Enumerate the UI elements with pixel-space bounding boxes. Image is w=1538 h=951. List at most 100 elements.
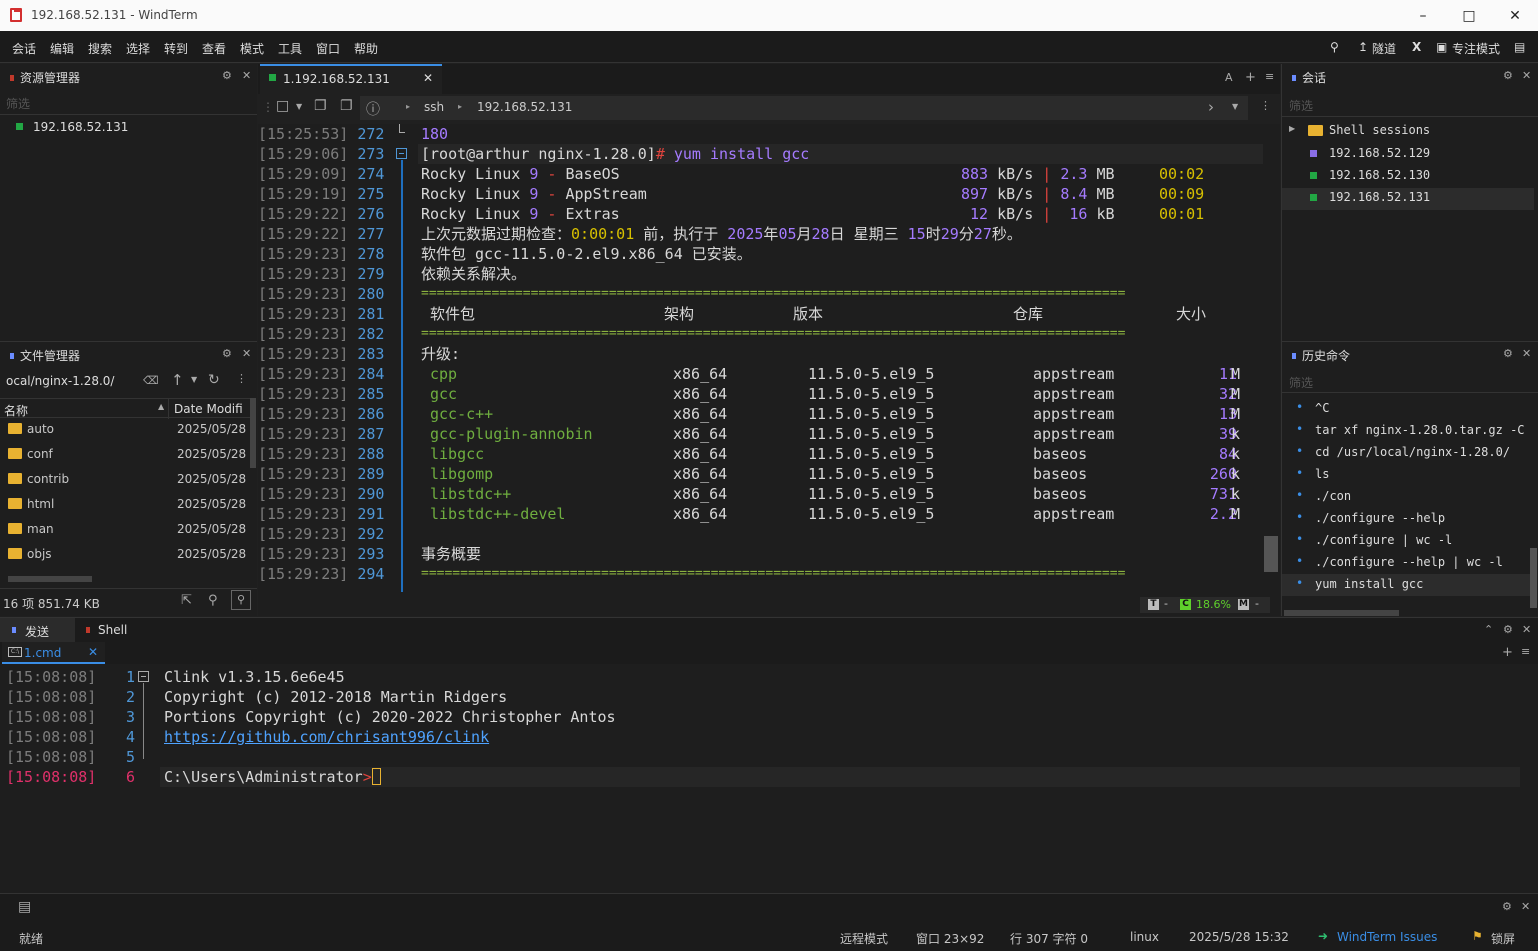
explorer-filter-input[interactable]: 筛选 [6, 95, 30, 112]
session-group[interactable]: ▶ Shell sessions [1288, 122, 1538, 142]
new-session-icon[interactable]: □ [276, 98, 289, 114]
settings-icon[interactable]: ⚙ [1503, 347, 1513, 360]
settings-icon[interactable]: ⚙ [1503, 69, 1513, 82]
chevron-down-icon[interactable]: ▼ [1232, 102, 1238, 111]
date-column-header[interactable]: Date Modifi [174, 402, 243, 416]
maximize-button[interactable]: □ [1446, 0, 1492, 31]
transfer-icon[interactable]: ⇱ [181, 593, 192, 608]
list-item[interactable]: contrib 2025/05/28 [0, 472, 250, 497]
list-item[interactable]: • ^C [1282, 398, 1530, 420]
session-item[interactable]: 192.168.52.131 [1282, 188, 1534, 210]
tab-send[interactable]: 发送 [0, 618, 75, 643]
history-filter-input[interactable]: 筛选 [1289, 374, 1313, 391]
copy-icon[interactable]: ❐ [340, 98, 353, 114]
breadcrumb-host[interactable]: 192.168.52.131 [477, 100, 572, 114]
close-icon[interactable]: ✕ [1522, 69, 1531, 82]
settings-icon[interactable]: ⚙ [222, 69, 232, 82]
list-item[interactable]: • tar xf nginx-1.28.0.tar.gz -C / [1282, 420, 1530, 442]
list-item[interactable]: man 2025/05/28 [0, 522, 250, 547]
settings-icon[interactable]: ⚙ [1503, 623, 1513, 636]
list-item[interactable]: • cd /usr/local/nginx-1.28.0/ [1282, 442, 1530, 464]
info-icon[interactable]: ⓘ [366, 99, 380, 119]
tab-menu-icon[interactable]: ≡ [1521, 645, 1530, 658]
list-item[interactable]: • ./con [1282, 486, 1530, 508]
new-tab-icon[interactable]: + [1245, 70, 1256, 85]
menu-window[interactable]: 窗口 [316, 40, 340, 57]
list-item[interactable]: • ls [1282, 464, 1530, 486]
minimize-button[interactable]: – [1400, 0, 1446, 31]
menu-search[interactable]: 搜索 [88, 40, 112, 57]
menu-mode[interactable]: 模式 [240, 40, 264, 57]
list-item[interactable]: • yum install gcc [1282, 574, 1530, 596]
close-window-button[interactable]: ✕ [1492, 0, 1538, 31]
location-icon[interactable]: ⚲ [208, 593, 218, 608]
menu-select[interactable]: 选择 [126, 40, 150, 57]
list-item[interactable]: html 2025/05/28 [0, 497, 250, 522]
tab-cmd[interactable]: C:\ 1.cmd ✕ [2, 642, 105, 664]
history-horizontal-scrollbar[interactable] [1284, 610, 1399, 616]
menu-help[interactable]: 帮助 [354, 40, 378, 57]
chevron-down-icon[interactable]: ▼ [191, 375, 197, 384]
menu-view[interactable]: 查看 [202, 40, 226, 57]
explorer-host-item[interactable]: 192.168.52.131 [16, 120, 128, 134]
close-icon[interactable]: ✕ [1521, 900, 1530, 913]
close-tab-icon[interactable]: ✕ [423, 71, 433, 85]
focus-mode-button[interactable]: 专注模式 [1452, 40, 1500, 57]
tab-session[interactable]: 1.192.168.52.131 ✕ [260, 64, 442, 94]
x-button[interactable]: X [1412, 40, 1421, 54]
list-item[interactable]: • ./configure --help [1282, 508, 1530, 530]
list-item[interactable]: • ./configure --help | wc -l [1282, 552, 1530, 574]
sessions-filter-input[interactable]: 筛选 [1289, 97, 1313, 114]
path-input[interactable]: ocal/nginx-1.28.0/ [6, 374, 142, 388]
close-tab-icon[interactable]: ✕ [88, 645, 98, 659]
chevron-right-icon[interactable]: › [1208, 98, 1214, 116]
history-scrollbar[interactable] [1530, 548, 1537, 608]
issues-link[interactable]: WindTerm Issues [1337, 930, 1437, 944]
search-icon[interactable]: ⚲ [1330, 40, 1339, 54]
lock-screen-button[interactable]: 锁屏 [1491, 930, 1515, 947]
menu-edit[interactable]: 编辑 [50, 40, 74, 57]
new-tab-icon[interactable]: + [1502, 645, 1513, 660]
drag-handle-icon[interactable]: ⋮ [262, 100, 274, 114]
name-column-header[interactable]: 名称 [4, 402, 28, 419]
follow-icon[interactable]: ⚲ [231, 590, 251, 610]
session-item[interactable]: 192.168.52.130 [1282, 166, 1534, 188]
terminal-scrollbar[interactable] [1264, 536, 1278, 572]
list-item[interactable]: conf 2025/05/28 [0, 447, 250, 472]
clink-link[interactable]: https://github.com/chrisant996/clink [164, 727, 489, 747]
clear-path-icon[interactable]: ⌫ [143, 374, 159, 387]
up-arrow-icon[interactable]: ↑ [171, 371, 184, 389]
list-item[interactable]: • ./configure | wc -l [1282, 530, 1530, 552]
close-icon[interactable]: ✕ [1522, 347, 1531, 360]
os-type[interactable]: linux [1130, 930, 1159, 944]
terminal-output[interactable]: [15:25:53] 272 [15:29:06] 273 [15:29:09]… [258, 124, 1280, 592]
scrollbar[interactable] [250, 398, 256, 468]
close-icon[interactable]: ✕ [242, 347, 251, 360]
more-icon[interactable]: ⋮ [1260, 99, 1271, 112]
session-item[interactable]: 192.168.52.129 [1282, 144, 1534, 166]
list-item[interactable]: auto 2025/05/28 [0, 422, 250, 447]
tab-menu-icon[interactable]: ≡ [1265, 70, 1274, 83]
horizontal-scrollbar[interactable] [8, 576, 92, 582]
list-item[interactable]: objs 2025/05/28 [0, 547, 250, 572]
menu-tools[interactable]: 工具 [278, 40, 302, 57]
menu-goto[interactable]: 转到 [164, 40, 188, 57]
chevron-up-icon[interactable]: ⌃ [1484, 623, 1493, 636]
breadcrumb-ssh[interactable]: ssh [424, 100, 444, 114]
cmd-terminal[interactable]: [15:08:08] 1 Clink v1.3.15.6e6e45 [15:08:0… [0, 664, 1538, 893]
settings-icon[interactable]: ⚙ [1502, 900, 1512, 913]
layout-icon[interactable]: ▤ [1514, 40, 1525, 54]
font-button[interactable]: A [1225, 71, 1233, 84]
more-icon[interactable]: ⋮ [236, 372, 247, 385]
settings-icon[interactable]: ⚙ [222, 347, 232, 360]
close-icon[interactable]: ✕ [242, 69, 251, 82]
tunnel-button[interactable]: 隧道 [1372, 40, 1396, 57]
clear-icon[interactable]: ▤ [18, 899, 31, 915]
close-icon[interactable]: ✕ [1522, 623, 1531, 636]
fold-toggle-icon[interactable] [138, 671, 149, 682]
tab-shell[interactable]: Shell [76, 618, 156, 643]
menu-session[interactable]: 会话 [12, 40, 36, 57]
duplicate-icon[interactable]: ❐ [314, 98, 327, 114]
chevron-down-icon[interactable]: ▼ [296, 102, 302, 111]
fold-toggle-icon[interactable] [396, 148, 407, 159]
